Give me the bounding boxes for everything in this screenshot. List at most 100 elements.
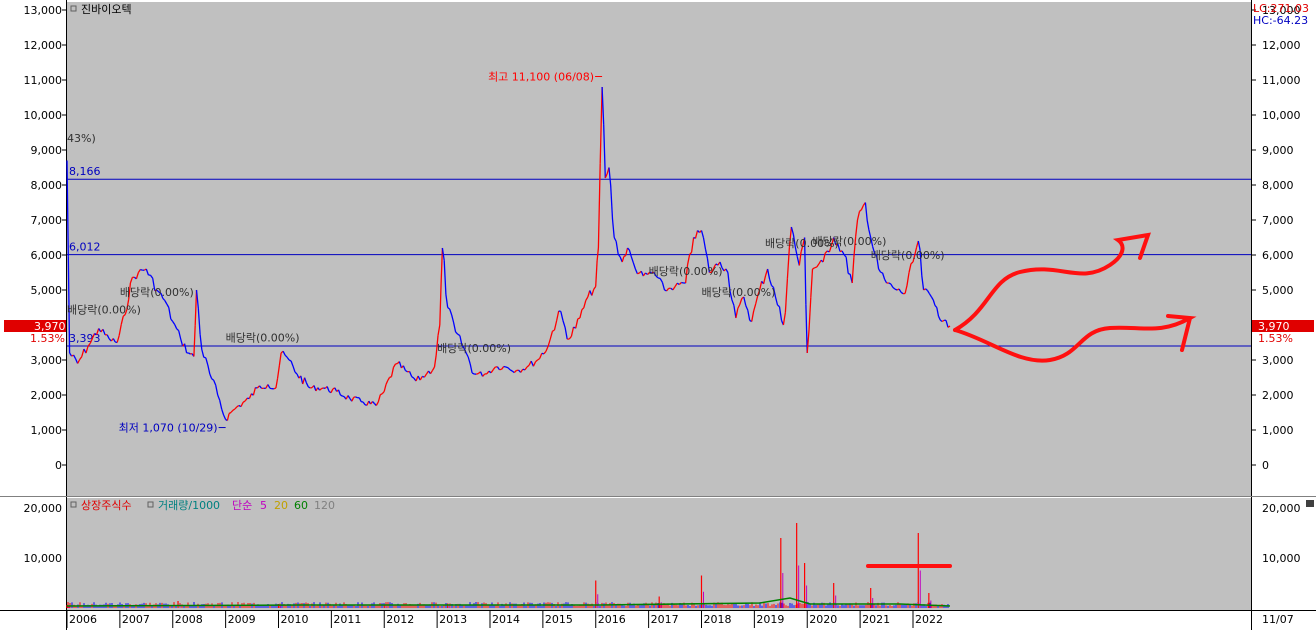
legend-ma120: 120 bbox=[314, 499, 335, 512]
date-tick-label: 2018 bbox=[703, 613, 731, 626]
price-tick-left: 5,000 bbox=[31, 284, 63, 297]
chart-annotation: 배당락(0.00%) bbox=[226, 331, 300, 344]
price-segment bbox=[188, 352, 191, 355]
price-segment bbox=[395, 362, 398, 365]
price-panel[interactable] bbox=[67, 2, 1251, 496]
price-tick-right: 6,000 bbox=[1262, 249, 1294, 262]
price-segment bbox=[623, 255, 626, 257]
hc-readout: HC:-64.23 bbox=[1253, 14, 1308, 27]
price-segment bbox=[342, 395, 345, 398]
price-segment bbox=[269, 387, 273, 390]
price-tick-left: 9,000 bbox=[31, 144, 63, 157]
price-segment bbox=[389, 376, 392, 379]
volume-tick-right: 20,000 bbox=[1262, 502, 1301, 515]
price-tag-left-change: 1.53% bbox=[30, 332, 65, 345]
legend-ma60: 60 bbox=[294, 499, 308, 512]
date-tick-label: 2016 bbox=[598, 613, 626, 626]
price-segment bbox=[847, 272, 851, 275]
price-tick-left: 1,000 bbox=[31, 424, 63, 437]
price-tick-right: 11,000 bbox=[1262, 74, 1301, 87]
chart-annotation: 배당락(0.00%) bbox=[120, 286, 194, 299]
price-tick-left: 6,000 bbox=[31, 249, 63, 262]
price-segment bbox=[505, 366, 509, 369]
price-segment bbox=[340, 394, 343, 397]
price-segment bbox=[577, 317, 581, 320]
price-segment bbox=[894, 288, 898, 291]
price-tick-right: 3,000 bbox=[1262, 354, 1294, 367]
price-segment bbox=[657, 277, 661, 280]
price-segment bbox=[503, 365, 507, 368]
price-segment bbox=[681, 281, 684, 284]
price-segment bbox=[888, 282, 892, 285]
volume-panel[interactable] bbox=[67, 498, 1251, 610]
chart-annotation: 배당락(0.00%) bbox=[813, 235, 887, 248]
date-axis: 2006 2007 2008 2009 2010 2011 2012 2013 2014 2015… bbox=[66, 611, 943, 628]
date-tick-label: 2022 bbox=[915, 613, 943, 626]
price-segment bbox=[380, 393, 383, 396]
price-segment bbox=[637, 272, 640, 275]
price-tick-right: 0 bbox=[1262, 459, 1269, 472]
chart-annotation: 배당락(0.00%) bbox=[67, 303, 141, 316]
date-tick-label: 2020 bbox=[809, 613, 837, 626]
stock-name: 진바이오텍 bbox=[81, 3, 132, 16]
date-tick-label: 2011 bbox=[333, 613, 361, 626]
date-tick-label: 2006 bbox=[69, 613, 97, 626]
chart-annotation: 최고 11,100 (06/08) bbox=[488, 71, 594, 84]
price-segment bbox=[880, 271, 883, 274]
price-tag-right-change: 1.53% bbox=[1258, 332, 1293, 345]
legend-shares: 상장주식수 bbox=[81, 499, 132, 512]
price-segment bbox=[273, 387, 277, 390]
price-tick-left: 11,000 bbox=[24, 74, 63, 87]
price-tick-right: 10,000 bbox=[1262, 109, 1301, 122]
price-segment bbox=[228, 411, 232, 415]
date-tick-label: 2013 bbox=[439, 613, 467, 626]
chart-annotation: 최저 1,070 (10/29) bbox=[119, 422, 218, 435]
volume-tick-right: 10,000 bbox=[1262, 552, 1301, 565]
chart-annotation: 배당락(0.00%) bbox=[871, 249, 945, 262]
price-tick-left: 3,000 bbox=[31, 354, 63, 367]
price-tick-right: 1,000 bbox=[1262, 424, 1294, 437]
price-tick-left: 12,000 bbox=[24, 39, 63, 52]
date-tick-label: 2015 bbox=[545, 613, 573, 626]
date-axis-right-label: 11/07 bbox=[1262, 613, 1294, 626]
date-tick-label: 2019 bbox=[756, 613, 784, 626]
volume-tick-left: 20,000 bbox=[24, 502, 63, 515]
stock-chart: 13,000 13,00012,000 12,00011,000 11,00010,0… bbox=[0, 0, 1316, 630]
date-tick-label: 2010 bbox=[280, 613, 308, 626]
legend-ma20: 20 bbox=[274, 499, 288, 512]
price-segment bbox=[814, 266, 818, 269]
price-tick-left: 0 bbox=[55, 459, 62, 472]
price-tick-left: 13,000 bbox=[24, 4, 63, 17]
price-tick-right: 9,000 bbox=[1262, 144, 1294, 157]
price-segment bbox=[203, 356, 206, 359]
date-tick-label: 2007 bbox=[122, 613, 150, 626]
chart-annotation: 배당락(0.00%) bbox=[649, 265, 723, 278]
price-tick-right: 12,000 bbox=[1262, 39, 1301, 52]
price-segment bbox=[321, 387, 324, 390]
price-tick-left: 2,000 bbox=[31, 389, 63, 402]
legend-ma5: 5 bbox=[260, 499, 267, 512]
price-tick-right: 7,000 bbox=[1262, 214, 1294, 227]
date-tick-label: 2014 bbox=[492, 613, 520, 626]
date-tick-label: 2017 bbox=[651, 613, 679, 626]
price-tick-left: 8,000 bbox=[31, 179, 63, 192]
price-tick-right: 5,000 bbox=[1262, 284, 1294, 297]
price-segment bbox=[140, 268, 143, 271]
reference-line-label: 6,012 bbox=[69, 241, 101, 254]
price-segment bbox=[288, 359, 292, 362]
date-tick-label: 2008 bbox=[175, 613, 203, 626]
legend-volume: 거래량/1000 bbox=[158, 499, 220, 512]
chart-annotation: 배당락(0.00%) bbox=[437, 342, 511, 355]
date-tick-label: 2009 bbox=[228, 613, 256, 626]
date-tick-label: 2021 bbox=[862, 613, 890, 626]
legend-ma-label: 단순 bbox=[232, 499, 252, 512]
price-tick-right: 2,000 bbox=[1262, 389, 1294, 402]
chart-annotation: 43%) bbox=[67, 132, 96, 145]
volume-tick-left: 10,000 bbox=[24, 552, 63, 565]
date-tick-label: 2012 bbox=[386, 613, 414, 626]
price-tick-left: 10,000 bbox=[24, 109, 63, 122]
price-tick-left: 7,000 bbox=[31, 214, 63, 227]
panel-close-icon[interactable] bbox=[1306, 500, 1314, 507]
price-segment bbox=[476, 372, 479, 375]
price-segment bbox=[499, 368, 502, 371]
